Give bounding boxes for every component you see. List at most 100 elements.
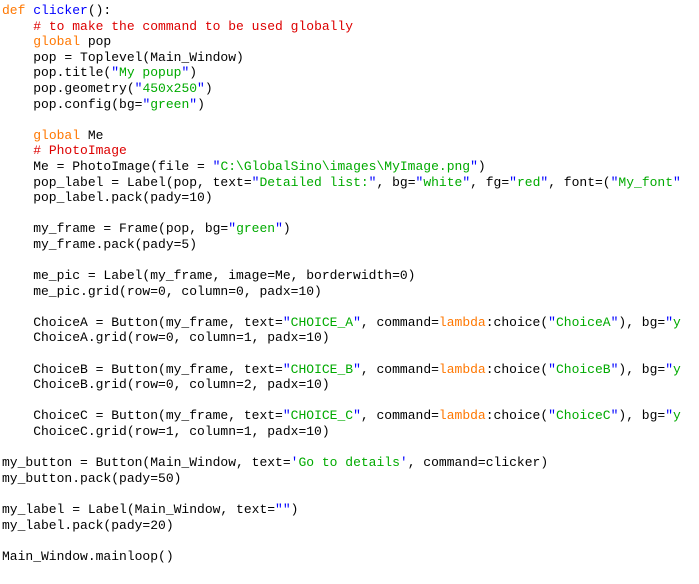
code-line: pop.config(bg="green") xyxy=(0,97,699,113)
code-token-quote: " xyxy=(197,80,205,96)
code-token-str: 450x250 xyxy=(142,80,198,96)
code-token-quote: " xyxy=(189,96,198,112)
code-token-str: red xyxy=(516,174,541,190)
code-token-plain: ), bg= xyxy=(618,314,666,330)
code-line: pop_label.pack(pady=10) xyxy=(0,190,699,206)
code-token-str: My popup xyxy=(119,65,182,81)
code-token-quote: ' xyxy=(399,455,408,471)
code-token-quote: " xyxy=(548,314,556,330)
code-token-kw: global xyxy=(33,34,81,50)
code-line: my_frame.pack(pady=5) xyxy=(0,237,699,253)
code-line: pop_label = Label(pop, text= " Detailed li… xyxy=(0,175,699,191)
code-line: me_pic.grid(row=0, column=0, padx=10) xyxy=(0,284,699,300)
code-token-quote: " xyxy=(282,314,291,330)
code-line: ChoiceB.grid(row=0, column=2, padx=10) xyxy=(0,377,699,393)
code-token-plain: my_label.pack(pady=20) xyxy=(2,517,174,533)
code-token-quote: " xyxy=(462,174,471,190)
code-token-plain: pop.config(bg= xyxy=(2,96,143,112)
code-token-str: green xyxy=(236,221,276,237)
code-line: ChoiceC.grid(row=1, column=1, padx=10) xyxy=(0,424,699,440)
code-line: def clicker(): xyxy=(0,3,699,19)
code-token-quote: " xyxy=(353,361,361,377)
code-line: global pop xyxy=(0,34,699,50)
code-token-str: ChoiceC xyxy=(555,408,611,424)
code-line: ChoiceA.grid(row=0, column=1, padx=10) xyxy=(0,330,699,346)
code-token-quote: " xyxy=(228,221,237,237)
code-token-plain: my_frame = Frame(pop, bg= xyxy=(2,221,229,237)
code-token-plain: ) xyxy=(197,96,205,112)
code-line: pop = Toplevel(Main_Window) xyxy=(0,50,699,66)
code-token-str: ChoiceA xyxy=(555,314,611,330)
code-token-plain: my_button.pack(pady=50) xyxy=(2,470,182,486)
code-token-str: white xyxy=(423,174,463,190)
code-token-plain: pop xyxy=(80,34,112,50)
code-token-str: y xyxy=(673,361,681,377)
code-line: pop.title("My popup") xyxy=(0,65,699,81)
code-token-kw: def xyxy=(2,3,34,18)
code-token-plain: pop.geometry( xyxy=(2,80,135,96)
code-token-plain: my_button = Button(Main_Window, text= xyxy=(2,455,291,471)
code-token-quote: " xyxy=(665,361,674,377)
code-token-plain: ) xyxy=(204,80,213,96)
code-token-kw: lambda xyxy=(438,361,486,377)
code-line: my_frame = Frame(pop, bg="green") xyxy=(0,221,699,237)
code-token-plain: ), bg= xyxy=(618,408,666,424)
code-token-quote: " xyxy=(470,158,478,174)
code-token-plain: me_pic = Label(my_frame, image=Me, borde… xyxy=(2,268,416,284)
code-token-str: Go to details xyxy=(298,455,400,471)
code-token-plain: :choice( xyxy=(485,361,549,377)
code-token-quote: " xyxy=(282,361,291,377)
code-token-comment: # PhotoImage xyxy=(33,143,127,159)
code-line: my_button = Button(Main_Window, text= 'Go… xyxy=(0,455,699,471)
code-token-quote: " xyxy=(548,408,556,424)
code-token-quote: " xyxy=(282,408,291,424)
code-token-plain: my_label = Label(Main_Window, text= xyxy=(2,502,276,517)
code-token-plain: me_pic.grid(row=0, column=0, padx=10) xyxy=(2,283,322,299)
code-token-plain: ChoiceA = Button(my_frame, text= xyxy=(2,314,283,330)
code-token-plain: ChoiceB.grid(row=0, column=2, padx=10) xyxy=(2,377,330,393)
code-token-plain: , font=( xyxy=(548,174,611,190)
code-line: Main_Window.mainloop() xyxy=(0,549,699,565)
code-line: # PhotoImage xyxy=(0,143,699,159)
code-token-quote: "" xyxy=(275,502,291,517)
code-token-quote: " xyxy=(509,174,517,190)
code-token-plain: ) xyxy=(477,158,486,174)
code-token-comment: # to make the command to be used globall… xyxy=(33,18,354,34)
code-token-quote: " xyxy=(353,314,361,330)
code-token-str: y xyxy=(673,408,681,424)
code-line: ChoiceB = Button(my_frame, text="CHOICE_… xyxy=(0,362,699,378)
code-line: ChoiceC = Button(my_frame, text="CHOICE_… xyxy=(0,408,699,424)
code-line: my_label = Label(Main_Window, text="") xyxy=(0,502,699,518)
code-line: ChoiceA = Button(my_frame, text="CHOICE_… xyxy=(0,315,699,331)
code-line: # to make the command to be used globall… xyxy=(0,19,699,35)
code-token-quote: " xyxy=(111,65,120,81)
code-token-plain: ChoiceA.grid(row=0, column=1, padx=10) xyxy=(2,330,330,346)
code-token-quote: " xyxy=(665,408,674,424)
code-token-def: clicker xyxy=(33,3,88,18)
code-token-str: C:\GlobalSino\images\MyImage.png xyxy=(220,158,471,174)
code-token-kw: lambda xyxy=(438,408,486,424)
code-token-plain: Me xyxy=(80,127,104,143)
code-line: me_pic = Label(my_frame, image=Me, borde… xyxy=(0,268,699,284)
code-listing[interactable]: def clicker(): # to make the command to … xyxy=(0,0,699,584)
code-token-plain: Me = PhotoImage(file = xyxy=(2,158,213,174)
code-token-quote: " xyxy=(548,361,556,377)
code-token-str: ChoiceB xyxy=(555,361,611,377)
code-token-plain: ) xyxy=(282,221,291,237)
code-token-plain: , bg= xyxy=(376,174,416,190)
code-token-kw: lambda xyxy=(438,314,486,330)
code-token-str: CHOICE_C xyxy=(290,408,354,424)
code-token-str: green xyxy=(150,96,190,112)
code-token-plain: my_frame.pack(pady=5) xyxy=(2,236,198,252)
code-line: my_label.pack(pady=20) xyxy=(0,518,699,534)
code-token-quote: " xyxy=(673,174,681,190)
